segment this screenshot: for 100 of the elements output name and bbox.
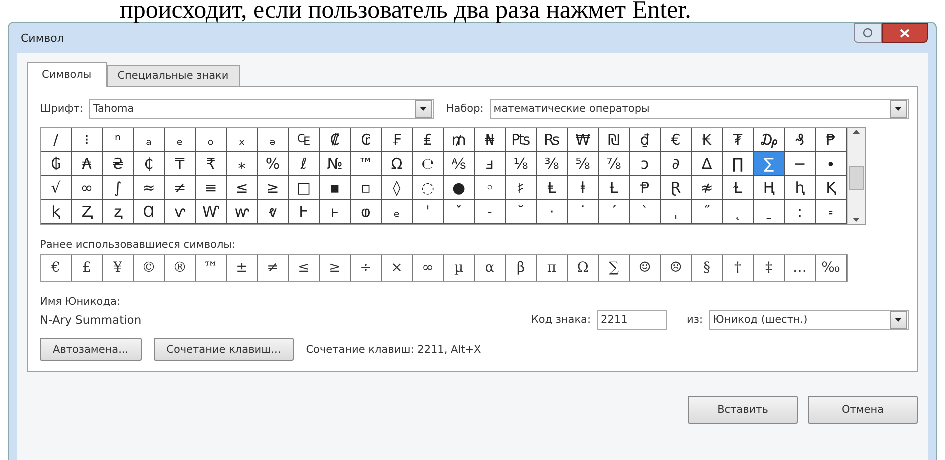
symbol-cell[interactable]: ˙ xyxy=(568,200,599,224)
symbol-cell[interactable]: ⅜ xyxy=(537,152,568,176)
symbol-cell[interactable]: / xyxy=(41,128,72,152)
recent-symbol-cell[interactable]: α xyxy=(475,255,506,281)
symbol-cell[interactable]: ₐ xyxy=(134,128,165,152)
symbol-cell[interactable]: Ⱨ xyxy=(754,176,785,200)
symbol-cell[interactable]: ₒ xyxy=(196,128,227,152)
recent-symbol-cell[interactable]: § xyxy=(692,255,723,281)
symbol-cell[interactable]: ⅍ xyxy=(444,152,475,176)
symbol-cell[interactable]: ◌ xyxy=(413,176,444,200)
recent-symbol-cell[interactable]: ± xyxy=(227,255,258,281)
symbol-cell[interactable]: ℮ xyxy=(413,152,444,176)
symbol-cell[interactable]: € xyxy=(661,128,692,152)
symbol-cell[interactable]: № xyxy=(320,152,351,176)
recent-symbol-cell[interactable]: † xyxy=(723,255,754,281)
symbol-cell[interactable]: ∏ xyxy=(723,152,754,176)
autocorrect-button[interactable]: Автозамена... xyxy=(40,338,142,361)
recent-symbol-cell[interactable]: ∞ xyxy=(413,255,444,281)
symbol-cell[interactable]: ≠ xyxy=(165,176,196,200)
recent-symbol-cell[interactable]: ‰ xyxy=(816,255,847,281)
symbol-cell[interactable]: Ⱪ xyxy=(816,176,847,200)
symbol-cell[interactable]: ₴ xyxy=(103,152,134,176)
recent-symbol-cell[interactable]: µ xyxy=(444,255,475,281)
symbol-cell[interactable]: ₓ xyxy=(227,128,258,152)
symbol-cell[interactable]: ꞊ xyxy=(816,200,847,224)
recent-symbol-cell[interactable]: × xyxy=(382,255,413,281)
symbol-cell[interactable]: □ xyxy=(289,176,320,200)
recent-symbol-cell[interactable]: ≥ xyxy=(320,255,351,281)
symbol-cell[interactable]: ₭ xyxy=(692,128,723,152)
symbol-cell[interactable]: ⱬ xyxy=(103,200,134,224)
recent-symbol-cell[interactable]: ∑ xyxy=(599,255,630,281)
symbol-cell[interactable]: ∫ xyxy=(103,176,134,200)
symbol-cell[interactable]: ⱱ xyxy=(165,200,196,224)
symbol-cell[interactable]: ⁝ xyxy=(72,128,103,152)
recent-symbol-cell[interactable]: ≤ xyxy=(289,255,320,281)
symbol-cell[interactable]: ₠ xyxy=(289,128,320,152)
symbol-cell[interactable]: Ɫ xyxy=(723,176,754,200)
symbol-cell[interactable]: ˋ xyxy=(630,200,661,224)
symbol-cell[interactable]: ℓ xyxy=(289,152,320,176)
symbol-cell[interactable]: ≥ xyxy=(258,176,289,200)
recent-symbol-cell[interactable]: £ xyxy=(72,255,103,281)
symbol-cell[interactable]: ⱪ xyxy=(41,200,72,224)
symbol-cell[interactable]: √ xyxy=(41,176,72,200)
recent-symbol-cell[interactable]: … xyxy=(785,255,816,281)
symbol-cell[interactable]: ⁿ xyxy=(103,128,134,152)
recent-symbol-cell[interactable]: ÷ xyxy=(351,255,382,281)
symbol-cell[interactable]: ₹ xyxy=(196,152,227,176)
symbol-cell[interactable]: ₑ xyxy=(382,200,413,224)
symbol-cell[interactable]: ˛ xyxy=(723,200,754,224)
symbol-cell[interactable]: Ⱡ xyxy=(537,176,568,200)
symbol-cell[interactable]: ˌ xyxy=(661,200,692,224)
recent-symbol-cell[interactable]: ≠ xyxy=(258,255,289,281)
symbol-cell[interactable]: ⱴ xyxy=(258,200,289,224)
insert-button[interactable]: Вставить xyxy=(688,396,798,424)
symbol-cell[interactable]: ⱷ xyxy=(351,200,382,224)
symbol-cell[interactable]: ▫ xyxy=(351,176,382,200)
symbol-cell[interactable]: Ᵽ xyxy=(630,176,661,200)
symbol-cell[interactable]: ˍ xyxy=(754,200,785,224)
symbol-cell[interactable]: Ω xyxy=(382,152,413,176)
symbol-cell[interactable]: ₳ xyxy=(72,152,103,176)
symbol-cell[interactable]: ₦ xyxy=(475,128,506,152)
symbol-cell[interactable]: ∙ xyxy=(816,152,847,176)
symbol-cell[interactable]: ⅝ xyxy=(568,152,599,176)
symbol-cell[interactable]: ₸ xyxy=(165,152,196,176)
symbol-cell[interactable]: % xyxy=(258,152,289,176)
symbol-cell[interactable]: ₨ xyxy=(537,128,568,152)
help-button[interactable] xyxy=(854,23,882,43)
symbol-cell[interactable]: ₯ xyxy=(754,128,785,152)
symbol-cell[interactable]: ▪ xyxy=(320,176,351,200)
recent-symbol-cell[interactable]: ☹ xyxy=(661,255,692,281)
recent-symbol-cell[interactable]: β xyxy=(506,255,537,281)
symbol-cell[interactable]: ₢ xyxy=(351,128,382,152)
symbol-cell[interactable]: ₥ xyxy=(444,128,475,152)
symbol-cell[interactable]: ꞉ xyxy=(785,200,816,224)
symbol-cell[interactable]: · xyxy=(537,200,568,224)
shortcut-key-button[interactable]: Сочетание клавиш... xyxy=(154,338,294,361)
recent-symbol-cell[interactable]: π xyxy=(537,255,568,281)
symbol-cell[interactable]: ₱ xyxy=(816,128,847,152)
symbol-cell[interactable]: ₮ xyxy=(723,128,754,152)
symbol-cell[interactable]: ₧ xyxy=(506,128,537,152)
symbol-cell[interactable]: ₑ xyxy=(165,128,196,152)
recent-symbol-cell[interactable]: Ω xyxy=(568,255,599,281)
symbol-cell[interactable]: ⱶ xyxy=(320,200,351,224)
symbol-cell[interactable]: ˝ xyxy=(692,200,723,224)
symbol-cell[interactable]: ♯ xyxy=(506,176,537,200)
symbol-cell[interactable]: ≤ xyxy=(227,176,258,200)
symbol-cell[interactable]: ₩ xyxy=(568,128,599,152)
cancel-button[interactable]: Отмена xyxy=(808,396,918,424)
recent-symbol-cell[interactable]: ‡ xyxy=(754,255,785,281)
symbol-cell[interactable]: ₫ xyxy=(630,128,661,152)
symbol-cell[interactable]: ≡ xyxy=(196,176,227,200)
symbol-cell[interactable]: ⅞ xyxy=(599,152,630,176)
symbol-cell[interactable]: Ɑ xyxy=(134,200,165,224)
subset-dropdown[interactable]: математические операторы xyxy=(490,99,909,119)
symbol-cell[interactable]: ₪ xyxy=(599,128,630,152)
symbol-cell[interactable]: ˗ xyxy=(475,200,506,224)
symbol-cell[interactable]: ⱨ xyxy=(785,176,816,200)
symbol-cell[interactable]: ₵ xyxy=(134,152,165,176)
recent-symbol-cell[interactable]: ™ xyxy=(196,255,227,281)
symbol-cell[interactable]: ˊ xyxy=(599,200,630,224)
